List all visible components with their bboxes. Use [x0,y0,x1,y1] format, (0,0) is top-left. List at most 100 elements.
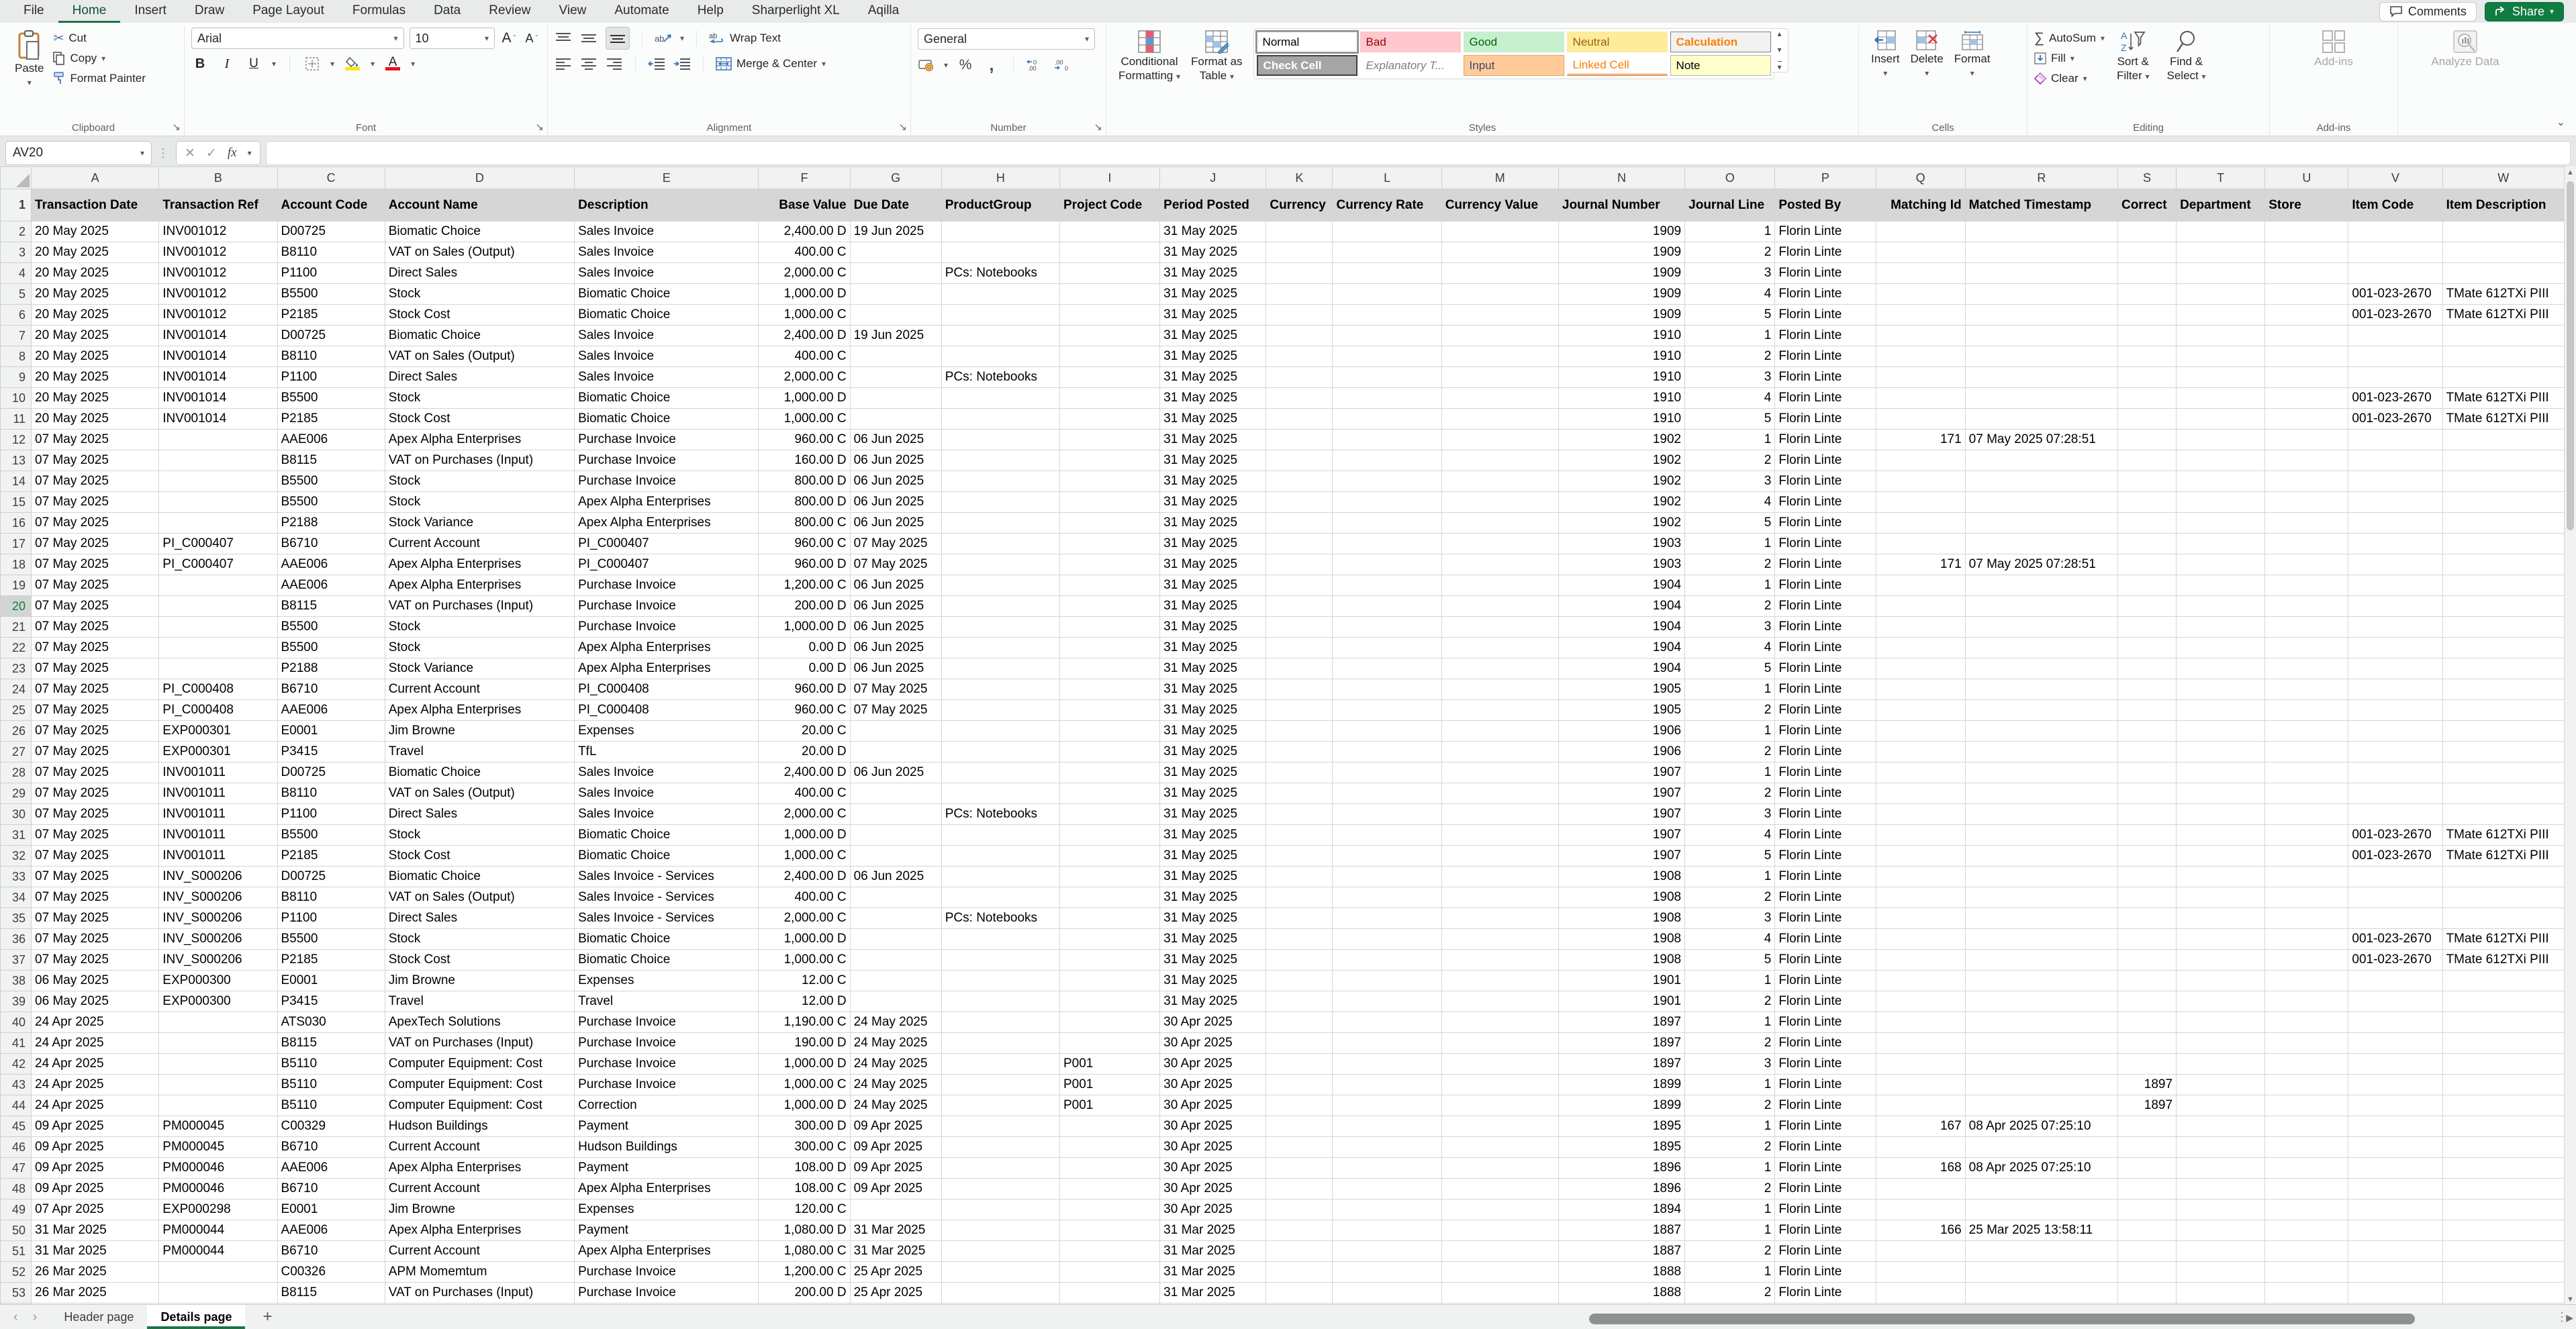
cell-J43[interactable]: 30 Apr 2025 [1160,1075,1266,1095]
cell-Q25[interactable] [1876,700,1965,721]
horizontal-scrollbar[interactable] [1578,1314,2559,1324]
cell-P43[interactable]: Florin Linte [1775,1075,1876,1095]
cell-S37[interactable] [2117,950,2176,971]
row-header-33[interactable]: 33 [1,867,32,887]
cell-V52[interactable] [2348,1262,2442,1283]
cell-E45[interactable]: Payment [575,1116,759,1137]
cell-B33[interactable]: INV_S000206 [159,867,277,887]
cell-O17[interactable]: 1 [1685,534,1775,554]
cell-W35[interactable] [2442,908,2564,929]
cell-V21[interactable] [2348,617,2442,638]
cell-V19[interactable] [2348,575,2442,596]
cell-L24[interactable] [1333,679,1441,700]
cell-W24[interactable] [2442,679,2564,700]
align-center-icon[interactable] [580,54,598,73]
cell-U43[interactable] [2265,1075,2348,1095]
cell-G2[interactable]: 19 Jun 2025 [850,222,941,242]
cell-L42[interactable] [1333,1054,1441,1075]
cell-S3[interactable] [2117,242,2176,263]
cell-T14[interactable] [2177,471,2265,492]
cell-K27[interactable] [1266,742,1333,762]
cell-N26[interactable]: 1906 [1558,721,1684,742]
cell-C37[interactable]: P2185 [277,950,385,971]
cell-C39[interactable]: P3415 [277,991,385,1012]
cell-J42[interactable]: 30 Apr 2025 [1160,1054,1266,1075]
cell-J16[interactable]: 31 May 2025 [1160,513,1266,534]
cell-L18[interactable] [1333,554,1441,575]
cell-F29[interactable]: 400.00 C [759,783,850,804]
cell-V4[interactable] [2348,263,2442,284]
row-header-45[interactable]: 45 [1,1116,32,1137]
cell-T4[interactable] [2177,263,2265,284]
cell-A35[interactable]: 07 May 2025 [32,908,159,929]
cell-P13[interactable]: Florin Linte [1775,450,1876,471]
cell-P38[interactable]: Florin Linte [1775,971,1876,991]
cell-A48[interactable]: 09 Apr 2025 [32,1179,159,1199]
cell-P6[interactable]: Florin Linte [1775,305,1876,326]
column-header-F[interactable]: F [759,167,850,189]
cell-E12[interactable]: Purchase Invoice [575,430,759,450]
cell-N51[interactable]: 1887 [1558,1241,1684,1262]
cell-R11[interactable] [1965,409,2117,430]
cell-E46[interactable]: Hudson Buildings [575,1137,759,1158]
cell-B49[interactable]: EXP000298 [159,1199,277,1220]
cell-R15[interactable] [1965,492,2117,513]
cell-N35[interactable]: 1908 [1558,908,1684,929]
cell-G9[interactable] [850,367,941,388]
cell-Q48[interactable] [1876,1179,1965,1199]
cell-M19[interactable] [1441,575,1558,596]
cell-F47[interactable]: 108.00 D [759,1158,850,1179]
cell-P41[interactable]: Florin Linte [1775,1033,1876,1054]
cell-M29[interactable] [1441,783,1558,804]
cell-A2[interactable]: 20 May 2025 [32,222,159,242]
cell-U26[interactable] [2265,721,2348,742]
row-header-25[interactable]: 25 [1,700,32,721]
cell-N42[interactable]: 1897 [1558,1054,1684,1075]
cell-B42[interactable] [159,1054,277,1075]
cell-C15[interactable]: B5500 [277,492,385,513]
cell-S52[interactable] [2117,1262,2176,1283]
cell-Q36[interactable] [1876,929,1965,950]
cell-Q37[interactable] [1876,950,1965,971]
cell-K2[interactable] [1266,222,1333,242]
cell-F45[interactable]: 300.00 D [759,1116,850,1137]
cell-R43[interactable] [1965,1075,2117,1095]
cell-O25[interactable]: 2 [1685,700,1775,721]
cell-style-calculation[interactable]: Calculation [1670,32,1771,52]
cell-B17[interactable]: PI_C000407 [159,534,277,554]
cell-F18[interactable]: 960.00 D [759,554,850,575]
cell-G45[interactable]: 09 Apr 2025 [850,1116,941,1137]
cell-T41[interactable] [2177,1033,2265,1054]
cell-Q41[interactable] [1876,1033,1965,1054]
header-cell-I1[interactable]: Project Code [1059,189,1159,222]
cell-S24[interactable] [2117,679,2176,700]
cell-A10[interactable]: 20 May 2025 [32,388,159,409]
cell-K40[interactable] [1266,1012,1333,1033]
delete-cells-button[interactable]: Delete ▾ [1905,28,1949,81]
row-header-39[interactable]: 39 [1,991,32,1012]
cell-A8[interactable]: 20 May 2025 [32,346,159,367]
cell-D24[interactable]: Current Account [385,679,574,700]
cell-V26[interactable] [2348,721,2442,742]
cell-J30[interactable]: 31 May 2025 [1160,804,1266,825]
cell-H44[interactable] [941,1095,1059,1116]
cell-M45[interactable] [1441,1116,1558,1137]
cell-V20[interactable] [2348,596,2442,617]
cell-Q35[interactable] [1876,908,1965,929]
merge-center-button[interactable]: Merge & Center ▾ [716,54,826,74]
cell-B7[interactable]: INV001014 [159,326,277,346]
cell-G28[interactable]: 06 Jun 2025 [850,762,941,783]
cell-I24[interactable] [1059,679,1159,700]
cell-F26[interactable]: 20.00 C [759,721,850,742]
cell-C43[interactable]: B5110 [277,1075,385,1095]
cell-H50[interactable] [941,1220,1059,1241]
cell-L12[interactable] [1333,430,1441,450]
cell-I26[interactable] [1059,721,1159,742]
cell-H19[interactable] [941,575,1059,596]
cell-D6[interactable]: Stock Cost [385,305,574,326]
cell-L21[interactable] [1333,617,1441,638]
cell-T51[interactable] [2177,1241,2265,1262]
cell-E6[interactable]: Biomatic Choice [575,305,759,326]
cell-E22[interactable]: Apex Alpha Enterprises [575,638,759,658]
cell-L10[interactable] [1333,388,1441,409]
